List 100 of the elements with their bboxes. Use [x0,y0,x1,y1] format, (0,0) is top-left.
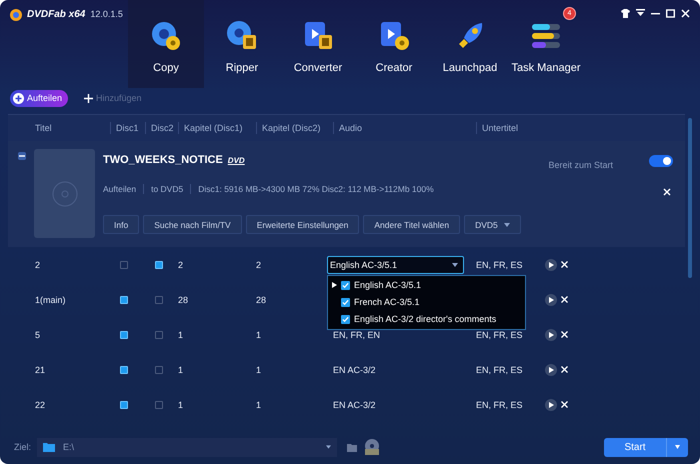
checkbox[interactable] [155,366,163,374]
play-icon [548,402,554,408]
play-button[interactable] [545,294,557,306]
target-label: Ziel: [14,442,32,452]
info-text: Aufteilen [103,184,138,194]
disc-image-icon[interactable] [363,439,382,455]
plus-icon [84,94,94,102]
caret-icon [675,444,680,448]
checkbox[interactable] [120,330,128,338]
table-cell: EN, FR, EN [333,330,380,340]
column-header: Disc2 [145,122,178,134]
remove-icon[interactable] [561,331,568,338]
table-cell-text: 1 [256,330,262,340]
column-header: Disc1 [110,122,145,134]
format-logo: DVD [228,156,245,164]
table-cell-text: 5 [35,330,42,340]
play-icon [548,296,554,302]
table-cell-text: 1 [178,330,184,340]
column-header: Kapitel (Disc1) [178,122,256,134]
table-cell-text: 2 [35,260,42,270]
play-icon [548,332,554,338]
close-icon[interactable] [663,188,671,196]
enable-switch[interactable] [649,155,673,167]
play-icon [548,262,554,268]
column-header: Untertitel [476,122,545,134]
maximize-icon[interactable] [666,9,675,18]
close-icon[interactable] [681,9,690,18]
path-field[interactable]: E:\ [37,438,338,456]
checkbox[interactable] [120,366,128,374]
table-cell-text: 28 [256,294,268,304]
audio-dropdown[interactable]: English AC-3/5.1 [327,256,464,274]
menu-item[interactable]: English AC-3/2 director's comments [328,310,525,328]
collapse-toggle[interactable] [18,152,26,160]
table-cell-text: 2 [178,260,184,270]
table-cell-text: EN, FR, ES [476,364,524,374]
copy-module-icon [150,20,182,52]
remove-icon[interactable] [561,261,568,268]
converter-module-icon [302,20,334,52]
table-cell-text: 22 [35,400,46,410]
disc-title: TWO_WEEKS_NOTICE [103,154,223,166]
module-tab[interactable]: Ripper [204,0,280,88]
table-cell-text: 1 [178,400,184,410]
caret-icon [326,445,332,449]
caret-icon [452,262,458,266]
column-header: Kapitel (Disc2) [256,122,333,134]
app-name: DVDFab x64 [27,9,86,20]
table-cell: EN AC-3/2 [333,364,376,374]
start-button[interactable]: Start [604,438,688,456]
info-text: Disc1: 5916 MB->4300 MB 72% Disc2: 112 MB->112Mb 100% [190,184,441,194]
checkbox[interactable] [155,400,163,408]
play-button[interactable] [545,364,557,376]
shirt-icon[interactable] [621,9,630,18]
table-cell-text: 1(main) [35,294,67,304]
module-tab[interactable]: Creator [356,0,432,88]
table-cell-text: EN, FR, ES [476,260,524,270]
play-button[interactable] [545,398,557,410]
checkbox[interactable] [120,260,128,268]
option-button[interactable]: Andere Titel wählen [363,215,460,234]
status-text: Bereit zum Start [548,160,613,170]
folder-icon[interactable] [347,442,358,452]
target-dropdown[interactable]: DVD5 [464,215,521,234]
info-text: to DVD5 [143,184,190,194]
checkbox[interactable] [155,330,163,338]
table-cell-text: 1 [256,400,262,410]
remove-icon[interactable] [561,366,568,373]
table-cell: EN AC-3/2 [333,400,376,410]
minus-icon [19,153,25,159]
module-tab[interactable]: Converter [280,0,356,88]
play-icon [548,366,554,372]
table-cell-text: EN, FR, ES [476,330,524,340]
remove-icon[interactable] [561,401,568,408]
menu-item[interactable]: English AC-3/5.1 [328,276,525,294]
checkbox[interactable] [155,296,163,304]
play-button[interactable] [545,258,557,270]
column-header: Audio [333,122,476,134]
play-button[interactable] [545,328,557,340]
checkbox[interactable] [120,296,128,304]
split-button[interactable]: Aufteilen [10,90,68,106]
plus-icon [13,92,24,104]
table-cell-text: 21 [35,364,46,374]
checkbox[interactable] [120,400,128,408]
option-button[interactable]: Erweiterte Einstellungen [246,215,360,234]
option-button[interactable]: Info [103,215,140,234]
folder-icon [43,442,56,452]
menu-icon[interactable] [636,9,645,18]
module-tab[interactable]: Copy [128,0,204,88]
menu-item[interactable]: French AC-3/5.1 [328,294,525,310]
disc-icon [52,180,78,206]
creator-module-icon [378,20,410,52]
table-cell-text: EN, FR, ES [476,400,524,410]
caret-icon [504,222,510,226]
module-tab[interactable]: Launchpad [432,0,508,88]
version-label: 12.0.1.5 [90,9,123,19]
scrollbar[interactable] [688,118,692,278]
option-button[interactable]: Suche nach Film/TV [143,215,242,234]
remove-icon[interactable] [561,296,568,303]
table-cell-text: 1 [256,364,262,374]
column-header: Titel [35,122,53,134]
logo-icon [10,9,22,21]
checkbox[interactable] [155,260,163,268]
